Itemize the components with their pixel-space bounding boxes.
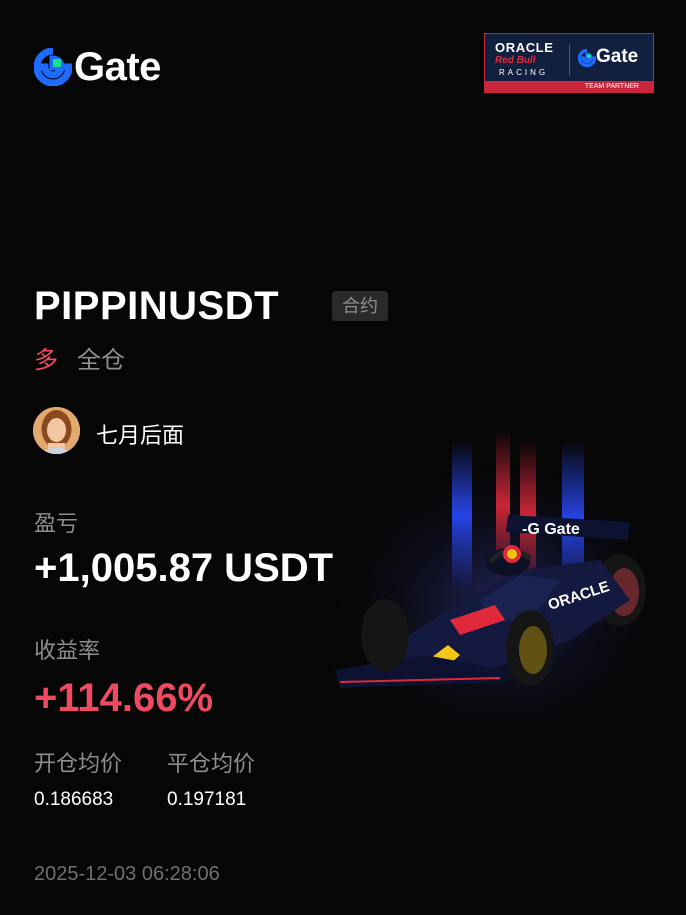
avatar-illustration — [33, 407, 80, 454]
car-wing-logo: -G Gate — [522, 521, 580, 538]
username: 七月后面 — [96, 423, 185, 448]
gate-logo: Gate — [34, 45, 161, 89]
margin-mode: 全仓 — [77, 347, 125, 374]
oracle-text: ORACLE — [495, 40, 554, 55]
logo-text: Gate — [74, 45, 161, 89]
timestamp: 2025-12-03 06:28:06 — [34, 863, 220, 885]
position-direction: 多 — [34, 347, 58, 374]
team-partner-badge: ORACLE Red Bull RACING Gate TEAM PARTNER — [484, 33, 654, 93]
user-avatar — [33, 407, 80, 454]
gate-logo-icon — [34, 48, 72, 86]
roi-label: 收益率 — [34, 638, 101, 663]
team-partner-label: TEAM PARTNER — [485, 81, 653, 92]
open-price-label: 开仓均价 — [34, 751, 123, 776]
open-price-value: 0.186683 — [34, 789, 114, 810]
red-bull-text: Red Bull — [495, 55, 536, 66]
racing-text: RACING — [499, 68, 549, 77]
badge-divider — [569, 44, 570, 76]
gate-mini-logo-icon — [578, 49, 596, 67]
pnl-label: 盈亏 — [34, 511, 79, 536]
contract-type-badge: 合约 — [332, 291, 388, 321]
close-price-value: 0.197181 — [167, 789, 247, 810]
f1-car-illustration: -G Gate ORACLE — [330, 430, 670, 720]
partner-gate-text: Gate — [596, 46, 639, 67]
pnl-value: +1,005.87 USDT — [34, 546, 334, 590]
roi-value: +114.66% — [34, 676, 214, 720]
trading-pair: PIPPINUSDT — [34, 284, 280, 328]
close-price-label: 平仓均价 — [167, 751, 256, 776]
